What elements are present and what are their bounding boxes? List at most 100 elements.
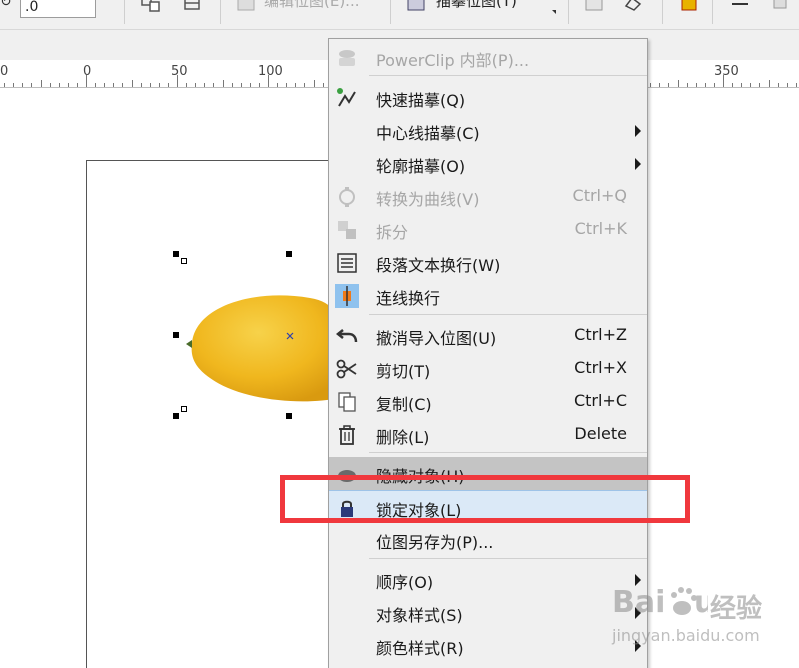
quick-trace-icon	[337, 88, 356, 107]
selection-handle[interactable]	[286, 251, 292, 257]
color-mode-icon[interactable]	[676, 0, 702, 18]
ruler-tick	[777, 83, 779, 87]
ruler-tick	[231, 83, 233, 87]
ruler-tick	[58, 83, 60, 87]
menu-item-label: 剪切(T)	[376, 362, 431, 381]
rotation-handle[interactable]	[181, 406, 187, 412]
menu-item-cut[interactable]: 剪切(T) Ctrl+X	[329, 352, 647, 385]
ruler-label: 0	[83, 64, 92, 79]
menu-item-label: 连线换行	[376, 289, 441, 308]
menu-item-shortcut: Ctrl+K	[574, 219, 627, 238]
menu-item-color-styles[interactable]: 颜色样式(R)	[329, 629, 647, 662]
menu-item-line-wrap[interactable]: 连线换行	[329, 279, 647, 312]
ruler-tick	[195, 83, 197, 87]
undo-icon	[335, 329, 358, 343]
ruler-tick	[277, 83, 279, 87]
menu-item-quick-trace[interactable]: 快速描摹(Q)	[329, 81, 647, 114]
menu-item-label: 拆分	[376, 223, 409, 242]
rotation-icon: ↻	[0, 0, 12, 10]
menu-item-label: 段落文本换行(W)	[376, 256, 501, 275]
ruler-tick	[13, 83, 15, 87]
menu-item-paragraph-text-wrap[interactable]: 段落文本换行(W)	[329, 246, 647, 279]
ruler-tick	[249, 83, 251, 87]
menu-item-centerline-trace[interactable]: 中心线描摹(C)	[329, 114, 647, 147]
ruler-tick	[31, 83, 33, 87]
more-options-icon[interactable]	[768, 0, 794, 18]
ruler-tick	[131, 80, 133, 87]
rotation-handle[interactable]	[181, 258, 187, 264]
menu-item-break-apart[interactable]: 拆分 Ctrl+K	[329, 213, 647, 246]
menu-item-delete[interactable]: 删除(L) Delete	[329, 418, 647, 451]
ruler-tick	[723, 75, 724, 87]
menu-item-order[interactable]: 顺序(O)	[329, 563, 647, 596]
context-menu: PowerClip 内部(P)... 快速描摹(Q) 中心线描摹(C) 轮廓描摹…	[328, 38, 648, 668]
scissors-icon	[336, 359, 357, 379]
selection-handle[interactable]	[173, 251, 179, 257]
baidu-watermark: Bai u 经验 jingyan.baidu.com	[612, 578, 792, 658]
ruler-tick	[668, 83, 670, 87]
ruler-tick	[158, 83, 160, 87]
selection-handle[interactable]	[286, 413, 292, 419]
menu-item-powerclip-inside[interactable]: PowerClip 内部(P)...	[329, 41, 647, 74]
text-wrap-icon[interactable]	[728, 0, 754, 18]
text-wrap-icon	[337, 253, 357, 273]
watermark-url: jingyan.baidu.com	[612, 626, 760, 645]
toolbar-separator	[712, 0, 713, 24]
ruler-tick	[786, 83, 788, 87]
ruler-tick	[140, 83, 142, 87]
menu-item-label: 轮廓描摹(O)	[376, 157, 466, 176]
ruler-tick	[768, 80, 770, 87]
align-icon[interactable]	[138, 0, 164, 18]
selection-handle[interactable]	[173, 332, 179, 338]
convert-curves-icon	[339, 187, 355, 207]
edit-bitmap-button[interactable]: 编辑位图(E)...	[264, 0, 360, 11]
ruler-tick	[177, 75, 178, 87]
menu-item-convert-to-curves[interactable]: 转换为曲线(V) Ctrl+Q	[329, 180, 647, 213]
toolbar-separator	[124, 0, 125, 24]
menu-item-label: 快速描摹(Q)	[376, 91, 466, 110]
rotation-input[interactable]: .0	[20, 0, 96, 18]
mask-icon[interactable]	[582, 0, 608, 18]
watermark-text: 经验	[710, 594, 763, 624]
ruler-tick	[213, 83, 215, 87]
ruler-tick	[795, 83, 797, 87]
ruler-tick	[67, 83, 69, 87]
ruler-tick	[322, 83, 324, 87]
ruler-tick	[704, 83, 706, 87]
ruler-tick	[650, 83, 652, 87]
copy-icon	[338, 392, 356, 412]
svg-text:Bai: Bai	[612, 585, 665, 620]
menu-item-copy[interactable]: 复制(C) Ctrl+C	[329, 385, 647, 418]
menu-item-save-bitmap-as[interactable]: 位图另存为(P)...	[329, 523, 647, 556]
ruler-tick	[22, 83, 24, 87]
trace-bitmap-button[interactable]: 描摹位图(T)	[436, 0, 517, 11]
trash-icon	[339, 425, 355, 445]
menu-item-label: 删除(L)	[376, 428, 430, 447]
edit-bitmap-icon	[237, 0, 255, 11]
ruler-tick	[268, 75, 269, 87]
ruler-tick	[104, 83, 106, 87]
baidu-logo-icon: Bai u	[612, 585, 708, 620]
arrange-icon[interactable]	[180, 0, 206, 18]
menu-item-object-styles[interactable]: 对象样式(S)	[329, 596, 647, 629]
menu-item-undo-import[interactable]: 撤消导入位图(U) Ctrl+Z	[329, 319, 647, 352]
ruler-tick	[49, 83, 51, 87]
ruler-tick	[40, 80, 42, 87]
ruler-tick	[732, 83, 734, 87]
menu-item-label: PowerClip 内部(P)...	[376, 51, 530, 70]
ruler-tick	[750, 83, 752, 87]
menu-item-outline-trace[interactable]: 轮廓描摹(O)	[329, 147, 647, 180]
ruler-tick	[258, 83, 260, 87]
ruler-tick	[695, 83, 697, 87]
selection-handle[interactable]	[173, 413, 179, 419]
menu-item-label: 顺序(O)	[376, 573, 434, 592]
contour-icon[interactable]	[620, 0, 646, 18]
menu-item-shortcut: Ctrl+Q	[572, 186, 627, 205]
menu-separator	[369, 75, 647, 76]
ruler-tick	[149, 83, 151, 87]
highlight-box	[280, 475, 690, 523]
menu-item-label: 对象样式(S)	[376, 606, 463, 625]
mango-bitmap[interactable]	[180, 288, 340, 413]
submenu-arrow-icon	[635, 158, 641, 170]
ruler-label: 50	[171, 64, 188, 79]
